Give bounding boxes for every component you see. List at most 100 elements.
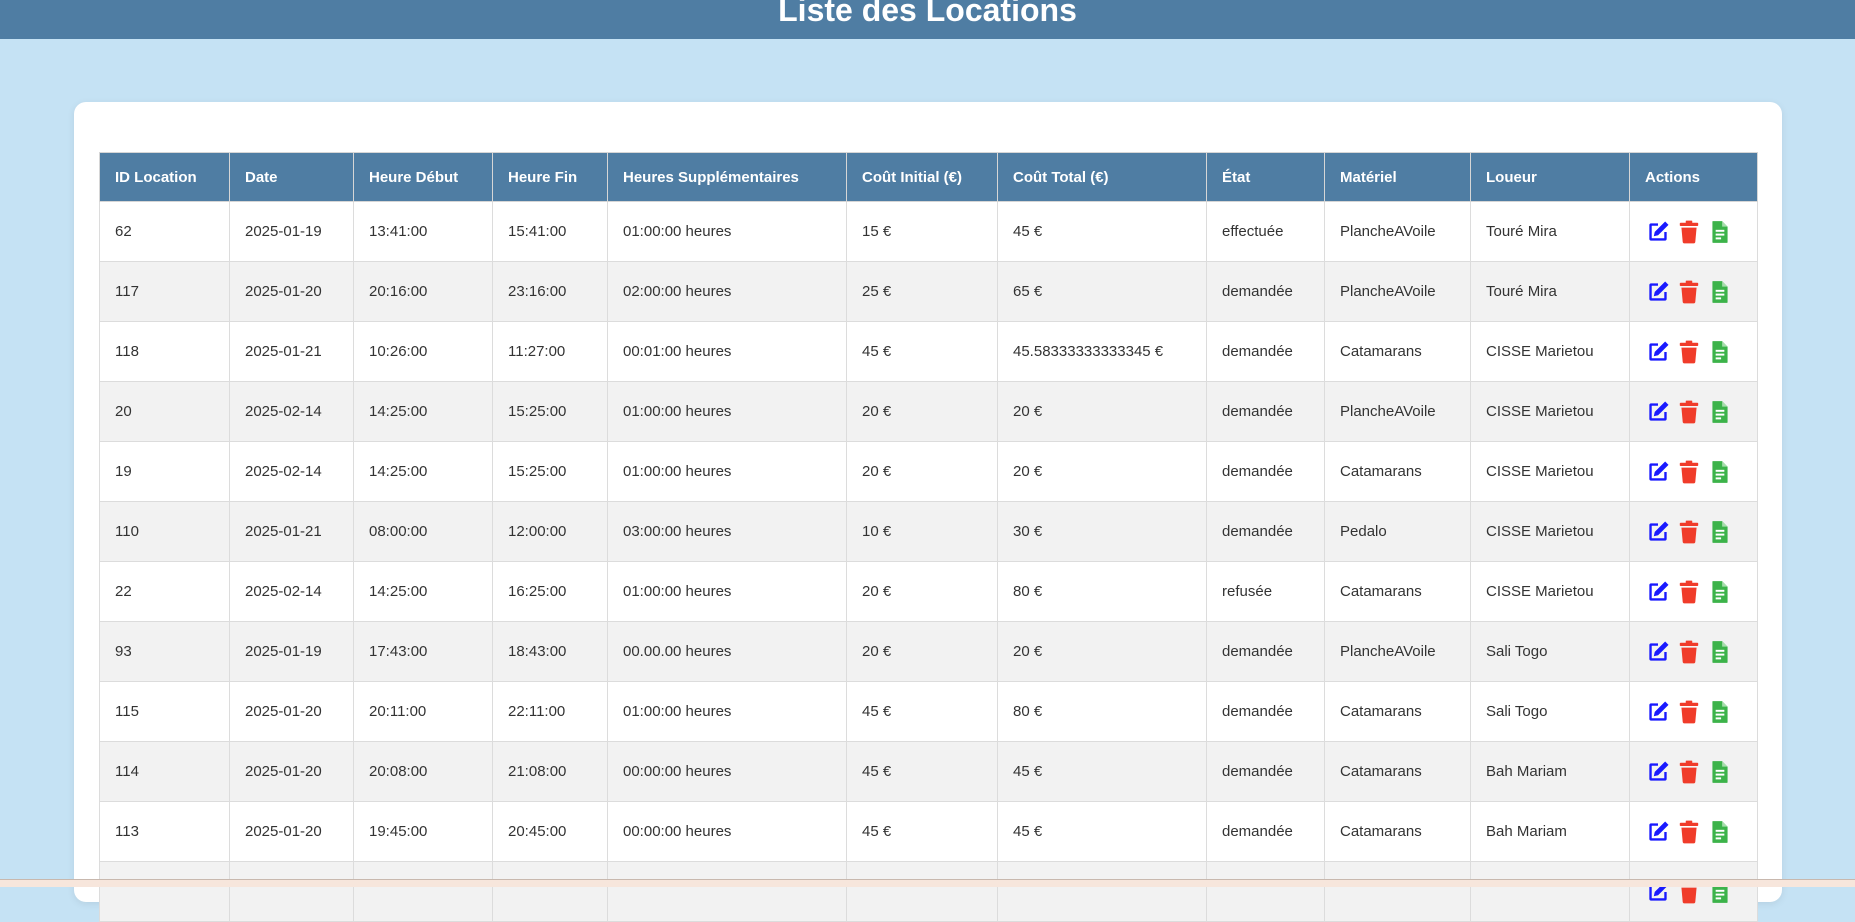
table-row bbox=[99, 861, 1758, 922]
document-icon[interactable] bbox=[1707, 699, 1733, 725]
cell-initial-cost: 15 € bbox=[846, 201, 998, 262]
edit-icon[interactable] bbox=[1645, 639, 1671, 665]
document-icon[interactable] bbox=[1707, 459, 1733, 485]
document-icon[interactable] bbox=[1707, 219, 1733, 245]
document-icon[interactable] bbox=[1707, 339, 1733, 365]
table-header-row: ID Location Date Heure Début Heure Fin H… bbox=[99, 152, 1758, 202]
column-header-id[interactable]: ID Location bbox=[99, 152, 230, 202]
edit-icon[interactable] bbox=[1645, 819, 1671, 845]
document-icon[interactable] bbox=[1707, 519, 1733, 545]
column-header-equipment[interactable]: Matériel bbox=[1324, 152, 1471, 202]
page-header: Liste des Locations bbox=[0, 0, 1855, 39]
edit-icon[interactable] bbox=[1645, 759, 1671, 785]
content-card: ID Location Date Heure Début Heure Fin H… bbox=[74, 102, 1782, 922]
cell-state: demandée bbox=[1206, 381, 1325, 442]
trash-icon[interactable] bbox=[1676, 819, 1702, 845]
cell-total-cost: 45 € bbox=[997, 201, 1207, 262]
column-header-date[interactable]: Date bbox=[229, 152, 354, 202]
edit-icon[interactable] bbox=[1645, 219, 1671, 245]
cell-end-time: 15:41:00 bbox=[492, 201, 608, 262]
cell-initial-cost: 45 € bbox=[846, 681, 998, 742]
cell-end-time: 22:11:00 bbox=[492, 681, 608, 742]
cell-total-cost: 80 € bbox=[997, 681, 1207, 742]
cell-start-time: 20:11:00 bbox=[353, 681, 493, 742]
cell-renter: Touré Mira bbox=[1470, 201, 1630, 262]
row-actions bbox=[1645, 699, 1757, 725]
cell-id: 118 bbox=[99, 321, 230, 382]
document-icon[interactable] bbox=[1707, 639, 1733, 665]
cell-actions bbox=[1629, 261, 1758, 322]
cell-total-cost: 45 € bbox=[997, 741, 1207, 802]
table-row: 22 2025-02-14 14:25:00 16:25:00 01:00:00 heu… bbox=[99, 561, 1758, 622]
edit-icon[interactable] bbox=[1645, 579, 1671, 605]
trash-icon[interactable] bbox=[1676, 339, 1702, 365]
edit-icon[interactable] bbox=[1645, 339, 1671, 365]
trash-icon[interactable] bbox=[1676, 519, 1702, 545]
document-icon[interactable] bbox=[1707, 759, 1733, 785]
edit-icon[interactable] bbox=[1645, 399, 1671, 425]
cell-initial-cost: 20 € bbox=[846, 381, 998, 442]
cell-end-time: 23:16:00 bbox=[492, 261, 608, 322]
cell-actions bbox=[1629, 501, 1758, 562]
trash-icon[interactable] bbox=[1676, 459, 1702, 485]
cell-equipment: Catamarans bbox=[1324, 681, 1471, 742]
cell-renter bbox=[1470, 861, 1630, 922]
document-icon[interactable] bbox=[1707, 399, 1733, 425]
column-header-start-time[interactable]: Heure Début bbox=[353, 152, 493, 202]
edit-icon[interactable] bbox=[1645, 459, 1671, 485]
row-actions bbox=[1645, 279, 1757, 305]
cell-id: 115 bbox=[99, 681, 230, 742]
column-header-actions: Actions bbox=[1629, 152, 1758, 202]
cell-total-cost: 45.58333333333345 € bbox=[997, 321, 1207, 382]
cell-id: 20 bbox=[99, 381, 230, 442]
cell-extra-hours: 00.00.00 heures bbox=[607, 621, 847, 682]
cell-id: 114 bbox=[99, 741, 230, 802]
row-actions bbox=[1645, 639, 1757, 665]
edit-icon[interactable] bbox=[1645, 519, 1671, 545]
cell-initial-cost: 10 € bbox=[846, 501, 998, 562]
cell-state: demandée bbox=[1206, 441, 1325, 502]
cell-actions bbox=[1629, 861, 1758, 922]
trash-icon[interactable] bbox=[1676, 759, 1702, 785]
cell-date: 2025-02-14 bbox=[229, 561, 354, 622]
cell-renter: CISSE Marietou bbox=[1470, 381, 1630, 442]
cell-extra-hours: 00:00:00 heures bbox=[607, 741, 847, 802]
edit-icon[interactable] bbox=[1645, 699, 1671, 725]
column-header-initial-cost[interactable]: Coût Initial (€) bbox=[846, 152, 998, 202]
cell-start-time: 20:08:00 bbox=[353, 741, 493, 802]
document-icon[interactable] bbox=[1707, 279, 1733, 305]
cell-end-time: 15:25:00 bbox=[492, 441, 608, 502]
document-icon[interactable] bbox=[1707, 579, 1733, 605]
cell-end-time: 18:43:00 bbox=[492, 621, 608, 682]
cell-end-time bbox=[492, 861, 608, 922]
trash-icon[interactable] bbox=[1676, 579, 1702, 605]
document-icon[interactable] bbox=[1707, 819, 1733, 845]
cell-date: 2025-01-20 bbox=[229, 681, 354, 742]
cell-extra-hours: 01:00:00 heures bbox=[607, 381, 847, 442]
trash-icon[interactable] bbox=[1676, 279, 1702, 305]
cell-initial-cost: 20 € bbox=[846, 441, 998, 502]
cell-actions bbox=[1629, 681, 1758, 742]
row-actions bbox=[1645, 459, 1757, 485]
table-row: 114 2025-01-20 20:08:00 21:08:00 00:00:00 he… bbox=[99, 741, 1758, 802]
cell-state: effectuée bbox=[1206, 201, 1325, 262]
trash-icon[interactable] bbox=[1676, 699, 1702, 725]
cell-date: 2025-02-14 bbox=[229, 381, 354, 442]
cell-start-time bbox=[353, 861, 493, 922]
column-header-total-cost[interactable]: Coût Total (€) bbox=[997, 152, 1207, 202]
column-header-state[interactable]: État bbox=[1206, 152, 1325, 202]
trash-icon[interactable] bbox=[1676, 219, 1702, 245]
trash-icon[interactable] bbox=[1676, 399, 1702, 425]
column-header-extra-hours[interactable]: Heures Supplémentaires bbox=[607, 152, 847, 202]
row-actions bbox=[1645, 819, 1757, 845]
cell-id: 93 bbox=[99, 621, 230, 682]
cell-end-time: 15:25:00 bbox=[492, 381, 608, 442]
trash-icon[interactable] bbox=[1676, 639, 1702, 665]
column-header-renter[interactable]: Loueur bbox=[1470, 152, 1630, 202]
cell-renter: CISSE Marietou bbox=[1470, 501, 1630, 562]
cell-end-time: 16:25:00 bbox=[492, 561, 608, 622]
cell-actions bbox=[1629, 201, 1758, 262]
edit-icon[interactable] bbox=[1645, 279, 1671, 305]
cell-start-time: 10:26:00 bbox=[353, 321, 493, 382]
column-header-end-time[interactable]: Heure Fin bbox=[492, 152, 608, 202]
